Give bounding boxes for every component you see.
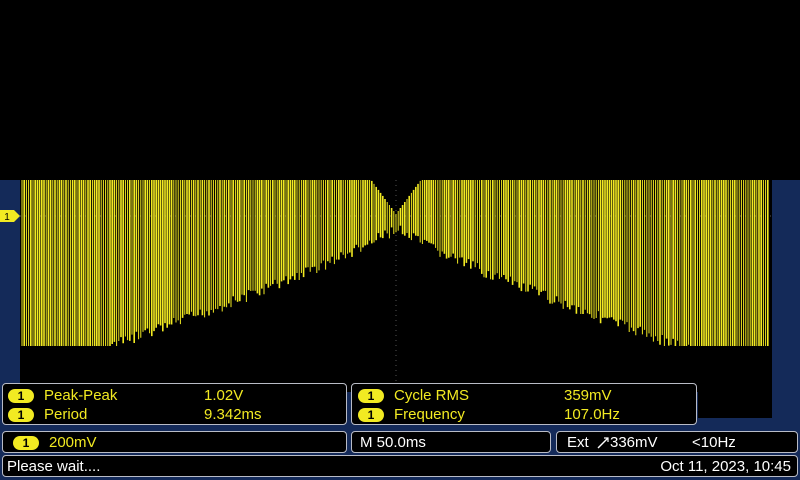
waveform-trace bbox=[20, 180, 772, 392]
channel-badge: 1 bbox=[358, 408, 384, 422]
channel-badge: 1 bbox=[358, 389, 384, 403]
measurement-label: Peak-Peak bbox=[44, 387, 118, 404]
trigger-readout[interactable]: Ext 336mV <10Hz bbox=[556, 431, 798, 453]
trigger-frequency: <10Hz bbox=[692, 434, 736, 451]
display-extension bbox=[698, 392, 772, 418]
channel-badge: 1 bbox=[8, 408, 34, 422]
vertical-scale-readout[interactable]: 1 200mV bbox=[2, 431, 347, 453]
measurement-label: Period bbox=[44, 406, 88, 423]
channel-badge: 1 bbox=[8, 389, 34, 403]
status-datetime: Oct 11, 2023, 10:45 bbox=[660, 458, 791, 475]
measurement-value: 107.0Hz bbox=[564, 406, 620, 423]
measurement-panel-right[interactable]: 1 Cycle RMS 359mV 1 Frequency 107.0Hz bbox=[351, 383, 697, 425]
measurement-label: Cycle RMS bbox=[394, 387, 470, 404]
measurement-frequency: 1 Frequency 107.0Hz bbox=[358, 406, 620, 424]
measurement-cycle-rms: 1 Cycle RMS 359mV bbox=[358, 387, 612, 405]
status-message: Please wait.... bbox=[7, 458, 101, 475]
rising-edge-icon bbox=[597, 437, 609, 449]
trigger-source: Ext bbox=[567, 434, 589, 451]
channel-1-ground-marker[interactable]: 1 bbox=[0, 210, 20, 222]
channel-marker-label: 1 bbox=[4, 212, 10, 222]
measurement-period: 1 Period 9.342ms bbox=[8, 406, 262, 424]
timebase-value: M 50.0ms bbox=[360, 434, 426, 451]
measurement-value: 359mV bbox=[564, 387, 612, 404]
measurement-value: 9.342ms bbox=[204, 406, 262, 423]
measurement-label: Frequency bbox=[394, 406, 465, 423]
trigger-level: 336mV bbox=[610, 434, 658, 451]
status-bar: Please wait.... Oct 11, 2023, 10:45 bbox=[2, 455, 798, 477]
measurement-panel-left[interactable]: 1 Peak-Peak 1.02V 1 Period 9.342ms bbox=[2, 383, 347, 425]
channel-badge: 1 bbox=[13, 436, 39, 450]
measurement-peak-peak: 1 Peak-Peak 1.02V bbox=[8, 387, 243, 405]
measurement-value: 1.02V bbox=[204, 387, 244, 404]
timebase-readout[interactable]: M 50.0ms bbox=[351, 431, 551, 453]
waveform-display bbox=[20, 180, 772, 392]
vertical-scale-value: 200mV bbox=[49, 434, 97, 451]
